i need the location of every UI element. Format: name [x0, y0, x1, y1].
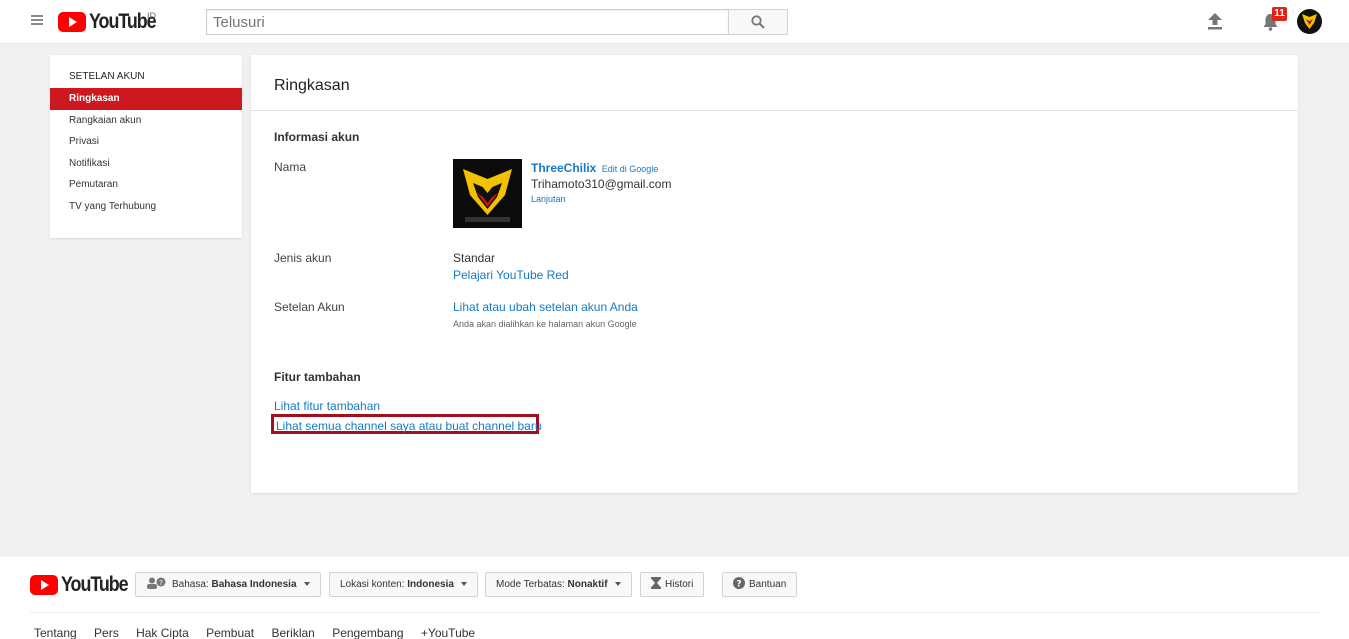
- account-avatar[interactable]: [1297, 9, 1322, 34]
- avatar-emblem-icon: [1302, 14, 1317, 29]
- footer-link-copyright[interactable]: Hak Cipta: [136, 626, 189, 639]
- language-label: Bahasa:: [172, 579, 209, 590]
- sidebar-item-linked-accounts[interactable]: Rangkaian akun: [50, 110, 242, 132]
- extra-features-heading: Fitur tambahan: [274, 370, 361, 384]
- account-email: Trihamoto310@gmail.com: [531, 177, 672, 191]
- upload-icon[interactable]: [1207, 13, 1223, 30]
- sidebar-item-overview[interactable]: Ringkasan: [50, 88, 242, 110]
- svg-text:?: ?: [736, 580, 741, 590]
- content-location-button[interactable]: Lokasi konten: Indonesia: [329, 572, 478, 597]
- name-label: Nama: [274, 160, 307, 174]
- youtube-red-link[interactable]: Pelajari YouTube Red: [453, 268, 569, 282]
- all-channels-link[interactable]: Lihat semua channel saya atau buat chann…: [276, 419, 542, 433]
- search-button[interactable]: [728, 9, 788, 35]
- edit-on-google-link[interactable]: Edit di Google: [602, 164, 659, 174]
- channel-emblem-icon: [453, 159, 522, 228]
- footer-play-icon: [30, 575, 58, 595]
- settings-sidebar: SETELAN AKUN Ringkasan Rangkaian akun Pr…: [50, 55, 242, 238]
- overview-panel: Ringkasan Informasi akun Nama ThreeChili…: [251, 55, 1298, 493]
- footer-link-plus-youtube[interactable]: +YouTube: [421, 626, 475, 639]
- search-icon: [751, 15, 765, 29]
- svg-text:?: ?: [159, 579, 163, 587]
- play-icon: [58, 12, 86, 32]
- chevron-down-icon: [460, 582, 467, 587]
- footer-logo-text: YouTube: [61, 573, 129, 596]
- location-label: Lokasi konten:: [340, 579, 405, 590]
- sidebar-item-notifications[interactable]: Notifikasi: [50, 153, 242, 175]
- google-account-settings-link[interactable]: Lihat atau ubah setelan akun Anda: [453, 300, 638, 314]
- language-people-icon: ?: [147, 577, 166, 589]
- menu-icon[interactable]: [31, 15, 43, 27]
- location-value: Indonesia: [407, 579, 454, 590]
- restricted-value: Nonaktif: [567, 579, 608, 590]
- channel-name-row: ThreeChilix Edit di Google: [531, 161, 658, 175]
- footer-link-advertise[interactable]: Beriklan: [271, 626, 314, 639]
- account-settings-label: Setelan Akun: [274, 300, 345, 314]
- channel-thumbnail[interactable]: [453, 159, 522, 228]
- footer-divider: [30, 612, 1320, 613]
- footer-link-developers[interactable]: Pengembang: [332, 626, 403, 639]
- search-input[interactable]: [207, 10, 728, 34]
- account-info-heading: Informasi akun: [274, 130, 360, 144]
- footer-link-press[interactable]: Pers: [94, 626, 119, 639]
- extra-features-link[interactable]: Lihat fitur tambahan: [274, 399, 380, 413]
- hourglass-icon: [651, 577, 661, 589]
- sidebar-item-privacy[interactable]: Privasi: [50, 131, 242, 153]
- footer-youtube-logo[interactable]: YouTube: [30, 573, 139, 596]
- history-button[interactable]: Histori: [640, 572, 705, 597]
- help-icon: ?: [733, 577, 745, 590]
- channel-name-link[interactable]: ThreeChilix: [531, 161, 596, 175]
- masthead: YouTube ID 11: [0, 0, 1349, 44]
- redirect-note: Anda akan dialihkan ke halaman akun Goog…: [453, 319, 637, 329]
- account-type-label: Jenis akun: [274, 251, 332, 265]
- footer-links: Tentang Pers Hak Cipta Pembuat Beriklan …: [34, 626, 489, 639]
- restricted-mode-button[interactable]: Mode Terbatas: Nonaktif: [485, 572, 632, 597]
- language-button[interactable]: ? Bahasa: Bahasa Indonesia: [135, 572, 321, 597]
- advanced-link[interactable]: Lanjutan: [531, 194, 566, 204]
- help-label: Bantuan: [749, 579, 787, 590]
- footer-link-creators[interactable]: Pembuat: [206, 626, 254, 639]
- logo-country-code: ID: [147, 11, 156, 21]
- language-value: Bahasa Indonesia: [211, 579, 297, 590]
- restricted-label: Mode Terbatas:: [496, 579, 565, 590]
- sidebar-item-playback[interactable]: Pemutaran: [50, 174, 242, 196]
- search-box[interactable]: [206, 9, 729, 35]
- title-divider: [251, 110, 1298, 111]
- logo-text: YouTube: [89, 10, 157, 33]
- notification-count-badge: 11: [1272, 7, 1287, 21]
- sidebar-title: SETELAN AKUN: [69, 71, 145, 82]
- page-title: Ringkasan: [274, 77, 350, 94]
- footer-link-about[interactable]: Tentang: [34, 626, 77, 639]
- sidebar-menu: Ringkasan Rangkaian akun Privasi Notifik…: [50, 88, 242, 217]
- sidebar-item-connected-tv[interactable]: TV yang Terhubung: [50, 196, 242, 218]
- chevron-down-icon: [614, 582, 621, 587]
- footer: YouTube ? Bahasa: Bahasa Indonesia Lokas…: [0, 557, 1349, 639]
- account-type-value: Standar: [453, 251, 496, 265]
- history-label: Histori: [665, 579, 694, 590]
- chevron-down-icon: [303, 582, 310, 587]
- help-button[interactable]: ? Bantuan: [722, 572, 798, 597]
